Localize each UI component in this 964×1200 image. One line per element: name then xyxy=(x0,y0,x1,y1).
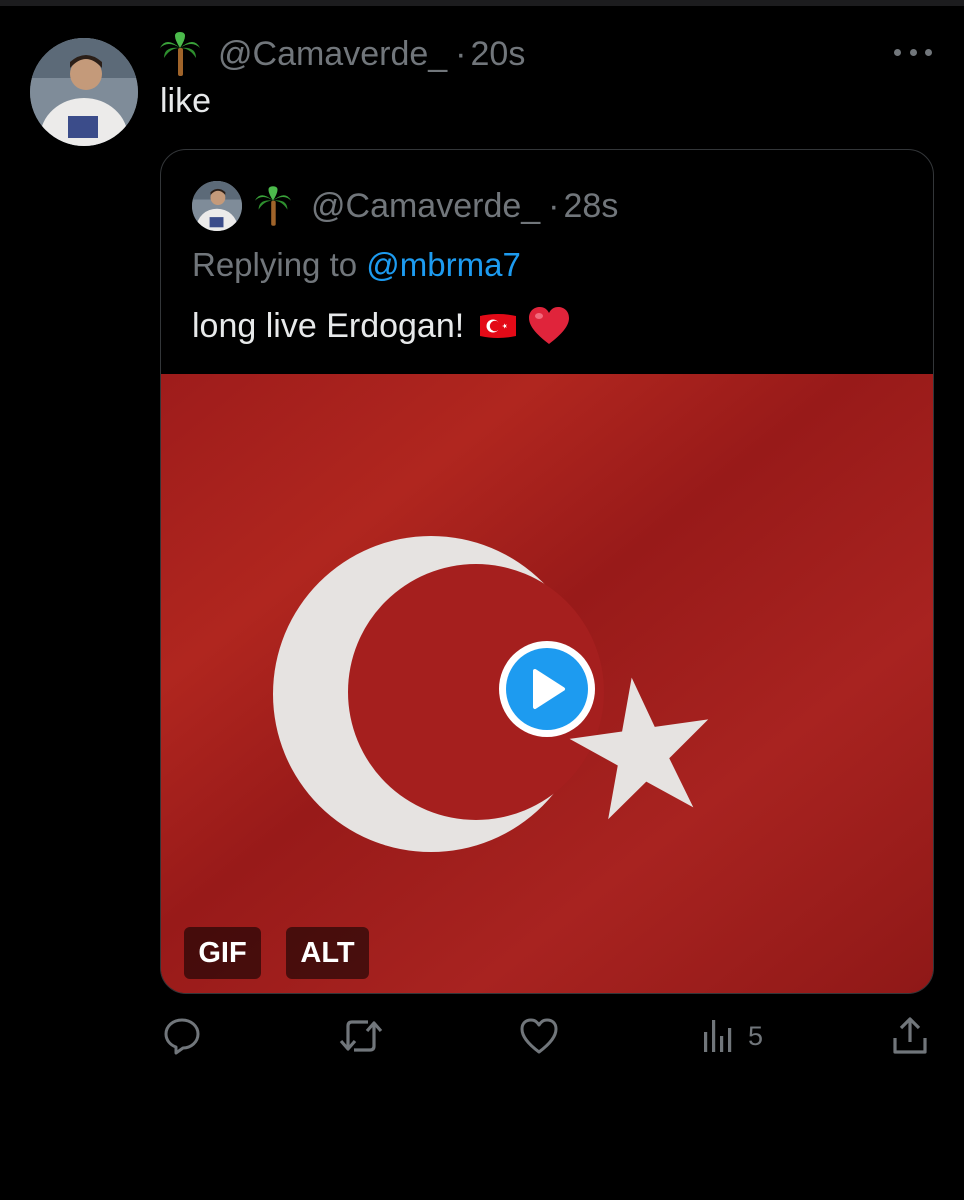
tweet-timestamp[interactable]: 20s xyxy=(471,35,526,74)
quoted-timestamp[interactable]: 28s xyxy=(564,187,619,226)
turkey-flag-emoji xyxy=(480,314,517,338)
gif-badge: GIF xyxy=(184,927,261,979)
tweet-header: @Camaverde_ · 20s xyxy=(160,28,525,80)
share-icon xyxy=(893,1017,927,1054)
action-bar: 5 xyxy=(0,1010,964,1064)
quoted-handle[interactable]: @Camaverde_ xyxy=(311,187,540,226)
palm-tree-emoji xyxy=(160,32,200,76)
views-button[interactable]: 5 xyxy=(702,1016,763,1056)
palm-tree-emoji xyxy=(255,186,291,226)
retweet-icon xyxy=(339,1020,383,1052)
like-button[interactable] xyxy=(519,1016,559,1056)
views-count: 5 xyxy=(748,1020,764,1051)
reply-button[interactable] xyxy=(162,1016,202,1056)
mention-link[interactable]: @mbrma7 xyxy=(366,246,521,283)
gif-media[interactable]: GIF ALT xyxy=(161,374,933,993)
views-icon xyxy=(704,1020,732,1052)
heart-icon xyxy=(520,1018,558,1054)
avatar[interactable] xyxy=(30,38,138,146)
retweet-button[interactable] xyxy=(338,1016,384,1056)
quoted-text: long live Erdogan! xyxy=(192,306,465,345)
play-icon xyxy=(506,648,588,730)
reply-icon xyxy=(164,1018,200,1055)
tweet-text: like xyxy=(160,82,212,120)
separator-dot: · xyxy=(455,34,467,73)
separator-dot: · xyxy=(548,186,560,225)
quoted-tweet-card[interactable]: @Camaverde_ · 28s Replying to @mbrma7 lo… xyxy=(160,149,934,994)
more-options-icon[interactable] xyxy=(894,44,932,60)
alt-badge[interactable]: ALT xyxy=(286,927,369,979)
quoted-avatar[interactable] xyxy=(192,181,242,231)
share-button[interactable] xyxy=(891,1016,929,1056)
top-divider xyxy=(0,0,964,6)
replying-prefix: Replying to xyxy=(192,246,367,283)
red-heart-emoji xyxy=(529,307,570,344)
quoted-text-line: long live Erdogan! xyxy=(192,306,570,346)
replying-to-line: Replying to @mbrma7 xyxy=(192,246,521,284)
play-button[interactable] xyxy=(499,641,595,737)
tweet-handle[interactable]: @Camaverde_ xyxy=(218,35,447,74)
quoted-header: @Camaverde_ · 28s xyxy=(255,180,618,232)
